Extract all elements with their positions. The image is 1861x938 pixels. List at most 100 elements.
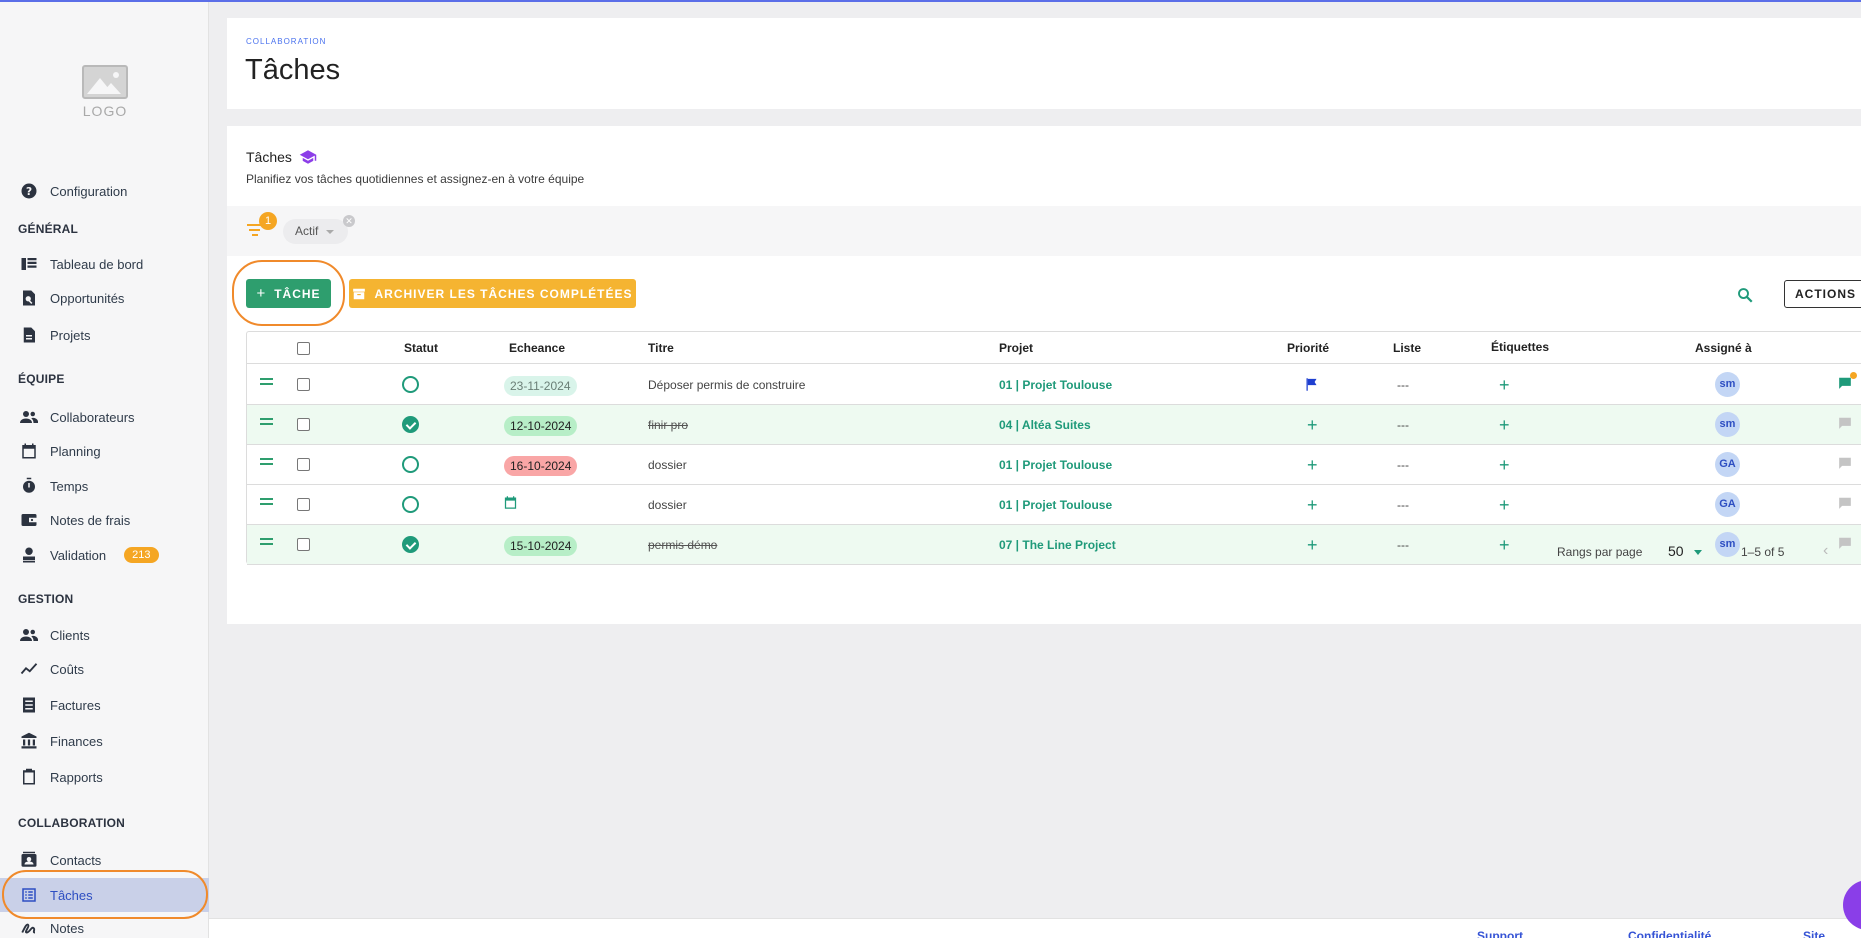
list-value: --- — [1397, 378, 1409, 392]
sidebar-item-label: Tableau de bord — [50, 256, 144, 272]
header-echeance[interactable]: Echeance — [509, 341, 565, 355]
add-task-button[interactable]: + TÂCHE — [246, 279, 331, 308]
project-link[interactable]: 01 | Projet Toulouse — [999, 378, 1112, 392]
graduation-cap-icon[interactable] — [299, 148, 317, 166]
sidebar-item-factures[interactable]: Factures — [0, 688, 209, 722]
sidebar-item-contacts[interactable]: Contacts — [0, 843, 209, 877]
status-complete-icon[interactable] — [402, 416, 419, 433]
status-filter-chip[interactable]: Actif — [283, 219, 349, 244]
add-tag-button[interactable]: + — [1499, 416, 1510, 434]
comment-icon[interactable] — [1838, 496, 1852, 513]
svg-text:?: ? — [26, 186, 32, 198]
help-circle-icon: ? — [20, 182, 38, 200]
notification-dot — [1850, 372, 1857, 379]
drag-handle-icon[interactable] — [260, 418, 273, 428]
sidebar-item-configuration[interactable]: ? Configuration — [0, 174, 209, 208]
row-checkbox[interactable] — [297, 418, 310, 431]
drag-handle-icon[interactable] — [260, 458, 273, 468]
actions-button[interactable]: ACTIONS — [1784, 280, 1861, 308]
task-title[interactable]: Déposer permis de construire — [648, 378, 805, 392]
task-title[interactable]: finir pro — [648, 418, 688, 432]
table-row[interactable]: 16-10-2024 dossier 01 | Projet Toulouse + --… — [247, 445, 1861, 485]
status-open-icon[interactable] — [402, 496, 419, 513]
sidebar-item-tableau[interactable]: Tableau de bord — [0, 247, 209, 281]
calendar-icon[interactable] — [503, 495, 518, 513]
project-link[interactable]: 01 | Projet Toulouse — [999, 498, 1112, 512]
task-title[interactable]: dossier — [648, 458, 687, 472]
drag-handle-icon[interactable] — [260, 498, 273, 508]
sidebar-item-projets[interactable]: Projets — [0, 318, 209, 352]
logo: LOGO — [80, 65, 130, 125]
table-row[interactable]: dossier01 | Projet Toulouse+---+GA⋮ — [247, 485, 1861, 525]
comment-icon[interactable] — [1838, 372, 1857, 393]
comment-icon[interactable] — [1838, 456, 1852, 473]
sidebar-item-couts[interactable]: Coûts — [0, 652, 209, 686]
project-link[interactable]: 01 | Projet Toulouse — [999, 458, 1112, 472]
status-open-icon[interactable] — [402, 456, 419, 473]
row-checkbox[interactable] — [297, 498, 310, 511]
sidebar-item-label: Projets — [50, 327, 91, 343]
priority-flag-icon[interactable] — [1304, 377, 1319, 395]
add-tag-button[interactable]: + — [1499, 376, 1510, 394]
add-tag-button[interactable]: + — [1499, 496, 1510, 514]
sidebar-item-validation[interactable]: Validation 213 — [0, 538, 209, 572]
sidebar-item-planning[interactable]: Planning — [0, 434, 209, 468]
row-checkbox[interactable] — [297, 378, 310, 391]
avatar[interactable]: sm — [1715, 412, 1740, 437]
sidebar-item-notes-frais[interactable]: Notes de frais — [0, 503, 209, 537]
due-date-badge[interactable]: 23-11-2024 — [504, 376, 577, 396]
avatar[interactable]: GA — [1715, 452, 1740, 477]
receipt-icon — [20, 696, 38, 714]
avatar[interactable]: GA — [1715, 492, 1740, 517]
header-liste[interactable]: Liste — [1393, 341, 1421, 355]
close-icon[interactable]: ✕ — [343, 215, 355, 227]
table-pagination: Rangs par page 50 1–5 of 5 ‹ — [247, 537, 1861, 565]
due-date-badge[interactable]: 16-10-2024 — [504, 456, 578, 476]
row-checkbox[interactable] — [297, 458, 310, 471]
table-row[interactable]: 12-10-2024 finir pro 04 | Altéa Suites + ---… — [247, 405, 1861, 445]
sidebar-item-rapports[interactable]: Rapports — [0, 760, 209, 794]
footer-link-support[interactable]: Support — [1477, 929, 1523, 938]
sidebar-item-notes[interactable]: Notes — [0, 911, 209, 938]
sidebar-item-clients[interactable]: Clients — [0, 618, 209, 652]
header-titre[interactable]: Titre — [648, 341, 674, 355]
select-all-checkbox[interactable] — [297, 342, 310, 355]
add-priority-button[interactable]: + — [1307, 496, 1318, 514]
document-icon — [20, 326, 38, 344]
header-etiquettes[interactable]: Étiquettes — [1491, 340, 1549, 354]
footer-link-site[interactable]: Site interne — [1803, 929, 1861, 938]
table-row[interactable]: 23-11-2024 Déposer permis de construire 01… — [247, 365, 1861, 405]
header-projet[interactable]: Projet — [999, 341, 1033, 355]
section-subtitle: Planifiez vos tâches quotidiennes et ass… — [246, 172, 585, 186]
sidebar-item-label: Opportunités — [50, 290, 125, 306]
sidebar-item-collaborateurs[interactable]: Collaborateurs — [0, 400, 209, 434]
sidebar-item-temps[interactable]: Temps — [0, 469, 209, 503]
button-label: TÂCHE — [274, 286, 321, 301]
search-icon[interactable] — [1736, 286, 1754, 304]
sidebar-item-taches[interactable]: Tâches — [0, 878, 209, 912]
project-link[interactable]: 04 | Altéa Suites — [999, 418, 1091, 432]
section-title: Tâches — [246, 148, 317, 166]
header-assigne[interactable]: Assigné à — [1695, 341, 1752, 355]
rows-per-page-select[interactable]: 50 — [1668, 543, 1702, 559]
sidebar: LOGO ? Configuration GÉNÉRAL Tableau de … — [0, 0, 209, 938]
sidebar-item-opportunites[interactable]: Opportunités — [0, 281, 209, 315]
header-priorite[interactable]: Priorité — [1287, 341, 1329, 355]
comment-icon[interactable] — [1838, 416, 1852, 433]
add-priority-button[interactable]: + — [1307, 456, 1318, 474]
due-date-badge[interactable]: 12-10-2024 — [504, 416, 578, 436]
validation-count-badge: 213 — [124, 547, 159, 563]
avatar[interactable]: sm — [1715, 372, 1740, 397]
footer-link-privacy[interactable]: Confidentialité — [1628, 929, 1711, 938]
clipboard-icon — [20, 768, 38, 786]
archive-completed-button[interactable]: ARCHIVER LES TÂCHES COMPLÉTÉES — [349, 279, 636, 308]
task-title[interactable]: dossier — [648, 498, 687, 512]
prev-page-icon[interactable]: ‹ — [1823, 542, 1828, 560]
add-priority-button[interactable]: + — [1307, 416, 1318, 434]
sidebar-item-label: Temps — [50, 478, 89, 494]
status-open-icon[interactable] — [402, 376, 419, 393]
drag-handle-icon[interactable] — [260, 378, 273, 388]
sidebar-item-finances[interactable]: Finances — [0, 724, 209, 758]
add-tag-button[interactable]: + — [1499, 456, 1510, 474]
header-statut[interactable]: Statut — [404, 341, 438, 355]
